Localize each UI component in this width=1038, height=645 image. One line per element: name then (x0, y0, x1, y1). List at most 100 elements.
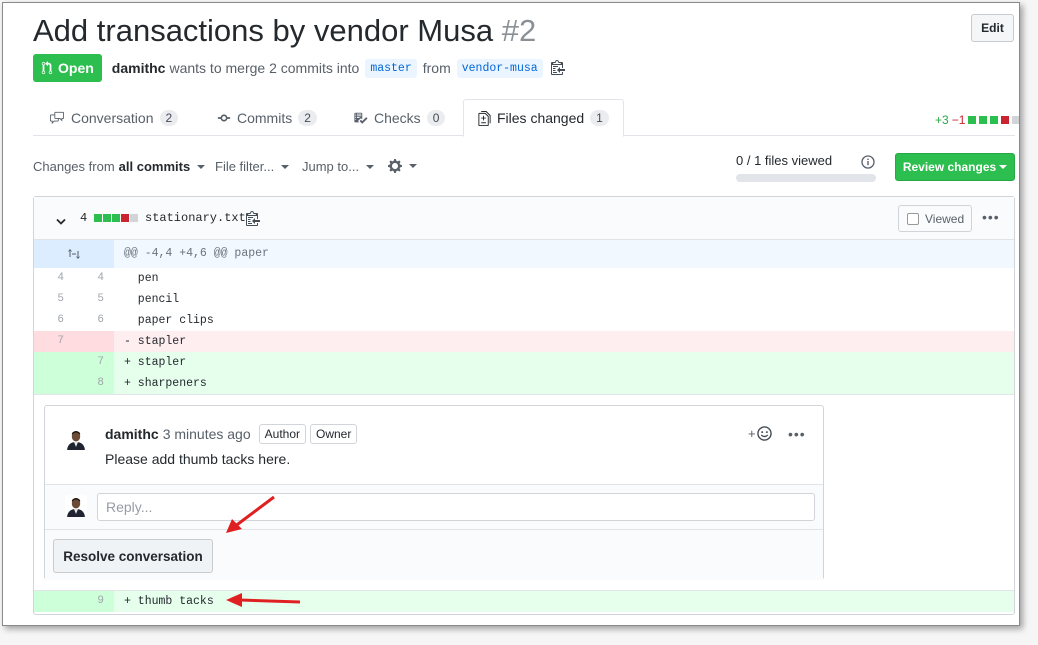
expand-icon[interactable] (34, 240, 114, 268)
comment-header: damithc 3 minutes ago Author Owner (105, 424, 358, 444)
tab-conversation-label: Conversation (71, 109, 154, 126)
diffstat-block-deleted (1001, 116, 1010, 124)
file-filter-dropdown[interactable]: File filter... (215, 159, 290, 174)
comment-timestamp[interactable]: 3 minutes ago (163, 426, 251, 442)
old-line-number[interactable]: 7 (34, 331, 64, 352)
smiley-icon (756, 426, 772, 441)
old-line-number[interactable] (34, 373, 64, 394)
clipboard-icon[interactable] (246, 210, 260, 229)
diff-line-code: + sharpeners (124, 377, 207, 390)
gear-icon (388, 159, 402, 173)
caret-down-icon (197, 164, 206, 169)
old-line-number[interactable]: 4 (34, 268, 64, 289)
pr-author-link[interactable]: damithc (112, 60, 166, 76)
hunk-header-row: @@ -4,4 +4,6 @@ paper (34, 240, 1014, 268)
chevron-down-icon[interactable] (56, 213, 66, 229)
caret-down-icon (281, 164, 290, 169)
reply-input[interactable]: Reply... (97, 493, 815, 521)
new-line-number[interactable]: 6 (74, 310, 104, 331)
kebab-menu-icon[interactable]: ••• (788, 426, 806, 442)
resolve-conversation-button[interactable]: Resolve conversation (53, 539, 213, 573)
clipboard-icon[interactable] (550, 59, 565, 78)
file-diff-icon (478, 110, 491, 126)
tab-commits[interactable]: Commits 2 (217, 99, 317, 136)
kebab-menu-icon[interactable]: ••• (982, 209, 1000, 225)
comment-author-link[interactable]: damithc (105, 426, 159, 442)
files-viewed-bar (736, 174, 876, 182)
caret-down-icon (999, 165, 1008, 169)
diff-line: 5 5 pencil (34, 289, 1014, 310)
diff-line-addition: 7 + stapler (34, 352, 1014, 373)
diff-line-addition: 9 + thumb tacks (34, 591, 1014, 612)
file-diff: 4 stationary.txt Viewed ••• @@ -4,4 +4,6… (33, 196, 1015, 615)
tab-checks[interactable]: Checks 0 (353, 99, 446, 136)
file-diffstat (94, 214, 138, 222)
state-label: Open (58, 60, 94, 76)
new-line-number[interactable]: 8 (74, 373, 104, 394)
tab-commits-count: 2 (298, 109, 317, 126)
pull-request-icon (41, 61, 53, 75)
commit-icon (217, 114, 231, 121)
new-line-number[interactable]: 4 (74, 268, 104, 289)
tab-files-changed-count: 1 (590, 110, 609, 126)
edit-button[interactable]: Edit (971, 14, 1014, 42)
diffstat-block-deleted (121, 214, 129, 222)
head-branch[interactable]: vendor-musa (456, 58, 543, 78)
annotation-arrow (226, 593, 301, 607)
old-line-number[interactable] (34, 591, 64, 612)
old-line-number[interactable] (34, 352, 64, 373)
deletions-count: −1 (951, 113, 966, 127)
diff-line-code: + stapler (124, 356, 187, 369)
diff-settings-dropdown[interactable] (388, 158, 417, 174)
checkbox-icon (907, 212, 919, 225)
file-name-link[interactable]: stationary.txt (145, 211, 246, 225)
new-line-number[interactable]: 5 (74, 289, 104, 310)
from-text: from (422, 60, 451, 76)
changes-from-label: Changes from (33, 159, 115, 174)
file-filter-label: File filter... (215, 159, 275, 174)
diffstat-block-neutral (1012, 116, 1019, 124)
diffstat-block-added (990, 116, 999, 124)
comment-body: Please add thumb tacks here. (105, 451, 291, 467)
diff-line-code: pencil (124, 293, 180, 306)
avatar (65, 495, 87, 517)
review-comment-thread: damithc 3 minutes ago Author Owner + •••… (44, 405, 824, 580)
new-line-number[interactable] (74, 331, 104, 352)
old-line-number[interactable]: 6 (34, 310, 64, 331)
files-viewed-text: 0 / 1 files viewed (736, 153, 833, 168)
pr-diffstat: +3 −1 (935, 113, 1019, 127)
review-changes-button[interactable]: Review changes (895, 153, 1015, 181)
diff-line-code: pen (124, 272, 159, 285)
tab-conversation-count: 2 (159, 109, 179, 126)
merge-text: wants to merge 2 commits into (169, 60, 360, 76)
changes-from-dropdown[interactable]: Changes from all commits (33, 159, 206, 174)
comment-icon (50, 111, 64, 124)
jump-to-dropdown[interactable]: Jump to... (302, 159, 375, 174)
tab-files-changed[interactable]: Files changed 1 (463, 99, 624, 137)
old-line-number[interactable]: 5 (34, 289, 64, 310)
diffstat-block-neutral (130, 214, 138, 222)
tab-checks-label: Checks (374, 109, 421, 126)
resolve-row: Resolve conversation (45, 529, 823, 580)
new-line-number[interactable]: 7 (74, 352, 104, 373)
pr-title: Add transactions by vendor Musa #2 (33, 13, 536, 49)
owner-label: Owner (310, 424, 358, 444)
info-icon[interactable] (861, 155, 875, 172)
review-thread-area: damithc 3 minutes ago Author Owner + •••… (34, 394, 1014, 591)
viewed-checkbox[interactable]: Viewed (898, 205, 972, 232)
browser-frame: Add transactions by vendor Musa #2 Edit … (2, 2, 1020, 626)
tab-conversation[interactable]: Conversation 2 (49, 99, 179, 136)
add-reaction-button[interactable]: + (748, 426, 772, 441)
author-label: Author (258, 424, 306, 444)
files-viewed-progress: 0 / 1 files viewed (736, 153, 876, 182)
diff-line-deletion: 7 - stapler (34, 331, 1014, 352)
pr-tabs: Conversation 2 Commits 2 Checks 0 Files … (33, 99, 1015, 137)
tab-commits-label: Commits (237, 109, 293, 126)
diffstat-block-added (94, 214, 102, 222)
pr-title-text: Add transactions by vendor Musa (33, 13, 494, 48)
new-line-number[interactable]: 9 (74, 591, 104, 612)
pr-number: #2 (501, 13, 537, 48)
avatar[interactable] (65, 428, 87, 450)
base-branch[interactable]: master (365, 58, 417, 78)
diff-line-code: paper clips (124, 314, 214, 327)
